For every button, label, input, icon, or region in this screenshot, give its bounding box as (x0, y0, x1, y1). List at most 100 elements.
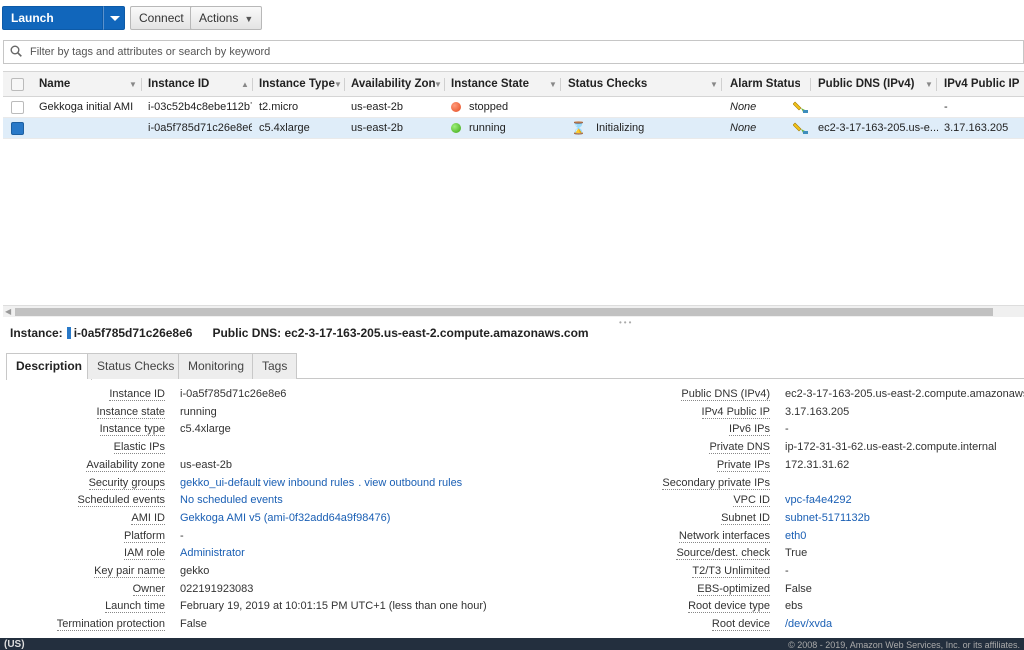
detail-row: Root device type ebs (0, 598, 1024, 615)
row-checkbox[interactable] (11, 101, 24, 114)
language-selector[interactable]: (US) (4, 640, 25, 650)
cell-public-dns (818, 97, 938, 117)
cell-name (39, 118, 139, 138)
instances-table: Name ▼ Instance ID ▲ Instance Type ▼ Ava… (3, 71, 1024, 139)
state-text: stopped (469, 101, 509, 113)
tab-status-checks[interactable]: Status Checks (87, 353, 185, 379)
cell-instance-type: c5.4xlarge (259, 122, 310, 134)
sort-icon: ▼ (710, 80, 718, 89)
detail-label: VPC ID (733, 494, 770, 508)
detail-value: - (785, 423, 789, 436)
cell-availability-zone: us-east-2b (351, 122, 403, 134)
detail-label: EBS-optimized (697, 582, 770, 596)
detail-value: ebs (785, 600, 803, 613)
col-header-name[interactable]: Name (39, 72, 129, 96)
detail-value[interactable]: eth0 (785, 530, 806, 542)
select-all-checkbox[interactable] (11, 78, 24, 91)
col-header-ipv4-public-ip[interactable]: IPv4 Public IP (944, 72, 1024, 96)
detail-row: Root device/dev/xvda (0, 616, 1024, 633)
detail-row: Network interfaces eth0 (0, 528, 1024, 545)
description-panel: Instance ID i-0a5f785d71c26e8e6 Instance s… (0, 386, 1024, 636)
running-status-icon (451, 123, 461, 133)
detail-value[interactable]: subnet-5171132b (785, 512, 870, 524)
launch-instance-button[interactable]: Launch Instance (2, 6, 103, 47)
sort-icon: ▼ (925, 80, 933, 89)
detail-row: Private IPs 172.31.31.62 (0, 457, 1024, 474)
sort-icon: ▼ (549, 80, 557, 89)
hourglass-icon: ⌛ (571, 121, 586, 135)
tab-description[interactable]: Description (6, 353, 93, 380)
col-header-availability-zone[interactable]: Availability Zone (351, 72, 435, 96)
detail-label: Root device (711, 618, 770, 632)
detail-row: Public DNS (IPv4) ec2-3-17-163-205.us-eas… (0, 386, 1024, 403)
col-header-instance-id[interactable]: Instance ID (148, 72, 238, 96)
detail-row: Private DNS ip-172-31-31-62.us-east-2.com… (0, 439, 1024, 456)
cell-alarm-status: None (730, 122, 757, 134)
detail-label: T2/T3 Unlimited (692, 565, 770, 578)
col-header-public-dns[interactable]: Public DNS (IPv4) (818, 72, 918, 96)
connect-label: Connect (139, 11, 184, 25)
search-icon (10, 45, 22, 57)
cell-status-checks (568, 97, 708, 117)
copyright-text: © 2008 - 2019, Amazon Web Services, Inc.… (788, 640, 1020, 650)
col-header-alarm-status[interactable]: Alarm Status (730, 72, 800, 96)
tab-monitoring[interactable]: Monitoring (178, 353, 255, 379)
sort-icon: ▼ (334, 80, 342, 89)
cell-instance-id: i-0a5f785d71c26e8e6 (148, 122, 252, 134)
instance-marker (66, 327, 71, 339)
filter-input[interactable] (30, 43, 1010, 61)
detail-row: VPC ID vpc-fa4e4292 (0, 492, 1024, 509)
detail-row: Subnet ID subnet-5171132b (0, 510, 1024, 527)
col-header-status-checks[interactable]: Status Checks (568, 72, 688, 96)
col-header-instance-state[interactable]: Instance State (451, 72, 541, 96)
pane-splitter-handle[interactable]: ••• (619, 318, 633, 327)
alarm-config-icon[interactable] (793, 118, 811, 138)
table-row[interactable]: Gekkoga initial AMI i-03c52b4c8ebe112b7 … (3, 97, 1024, 118)
detail-value: False (785, 582, 812, 595)
selected-public-dns: Public DNS: ec2-3-17-163-205.us-east-2.c… (212, 326, 589, 340)
cell-status-checks: ⌛ Initializing (571, 118, 711, 138)
detail-row: T2/T3 Unlimited - (0, 563, 1024, 580)
row-checkbox-checked[interactable] (11, 122, 24, 135)
footer: (US) © 2008 - 2019, Amazon Web Services,… (0, 638, 1024, 650)
col-header-instance-type[interactable]: Instance Type (259, 72, 339, 96)
detail-row: IPv4 Public IP 3.17.163.205 (0, 404, 1024, 421)
sort-icon: ▼ (434, 80, 442, 89)
cell-ipv4-public-ip: - (944, 101, 948, 113)
sort-icon: ▼ (129, 80, 137, 89)
scroll-left-icon[interactable]: ◀ (5, 307, 11, 316)
table-row[interactable]: i-0a5f785d71c26e8e6 c5.4xlarge us-east-2… (3, 118, 1024, 139)
cell-availability-zone: us-east-2b (351, 101, 403, 113)
chevron-down-icon: ▼ (244, 13, 254, 24)
instance-label: Instance: (10, 326, 63, 340)
cell-instance-state: running (451, 118, 551, 138)
cell-alarm-status: None (730, 101, 757, 113)
actions-button[interactable]: Actions ▼ (190, 6, 263, 30)
stopped-status-icon (451, 102, 461, 112)
horizontal-scrollbar[interactable]: ◀ (3, 305, 1024, 317)
cell-instance-state: stopped (451, 97, 551, 117)
cell-ipv4-public-ip: 3.17.163.205 (944, 122, 1009, 134)
detail-label: Secondary private IPs (662, 476, 770, 490)
detail-value: ec2-3-17-163-205.us-east-2.compute.amazo… (785, 388, 1024, 400)
detail-row: EBS-optimized False (0, 581, 1024, 598)
connect-button[interactable]: Connect (130, 6, 193, 30)
detail-label: IPv6 IPs (729, 423, 770, 437)
scrollbar-thumb[interactable] (15, 308, 993, 316)
cell-instance-type: t2.micro (259, 101, 299, 113)
cell-public-dns: ec2-3-17-163-205.us-e... (818, 122, 938, 134)
detail-row: Source/dest. check True (0, 545, 1024, 562)
detail-label: Public DNS (IPv4) (681, 388, 770, 401)
detail-value[interactable]: /dev/xvda (785, 618, 832, 630)
pencil-bell-icon (793, 101, 808, 113)
alarm-config-icon[interactable] (793, 97, 811, 117)
tab-tags[interactable]: Tags (252, 353, 298, 379)
detail-value[interactable]: vpc-fa4e4292 (785, 494, 852, 506)
launch-instance-dropdown-button[interactable] (103, 6, 125, 30)
cell-name: Gekkoga initial AMI (39, 101, 134, 113)
actions-label: Actions (199, 11, 239, 25)
detail-label: Subnet ID (721, 511, 770, 525)
detail-row: Secondary private IPs (0, 475, 1024, 492)
detail-row: IPv6 IPs - (0, 421, 1024, 438)
detail-label: Source/dest. check (676, 547, 770, 561)
